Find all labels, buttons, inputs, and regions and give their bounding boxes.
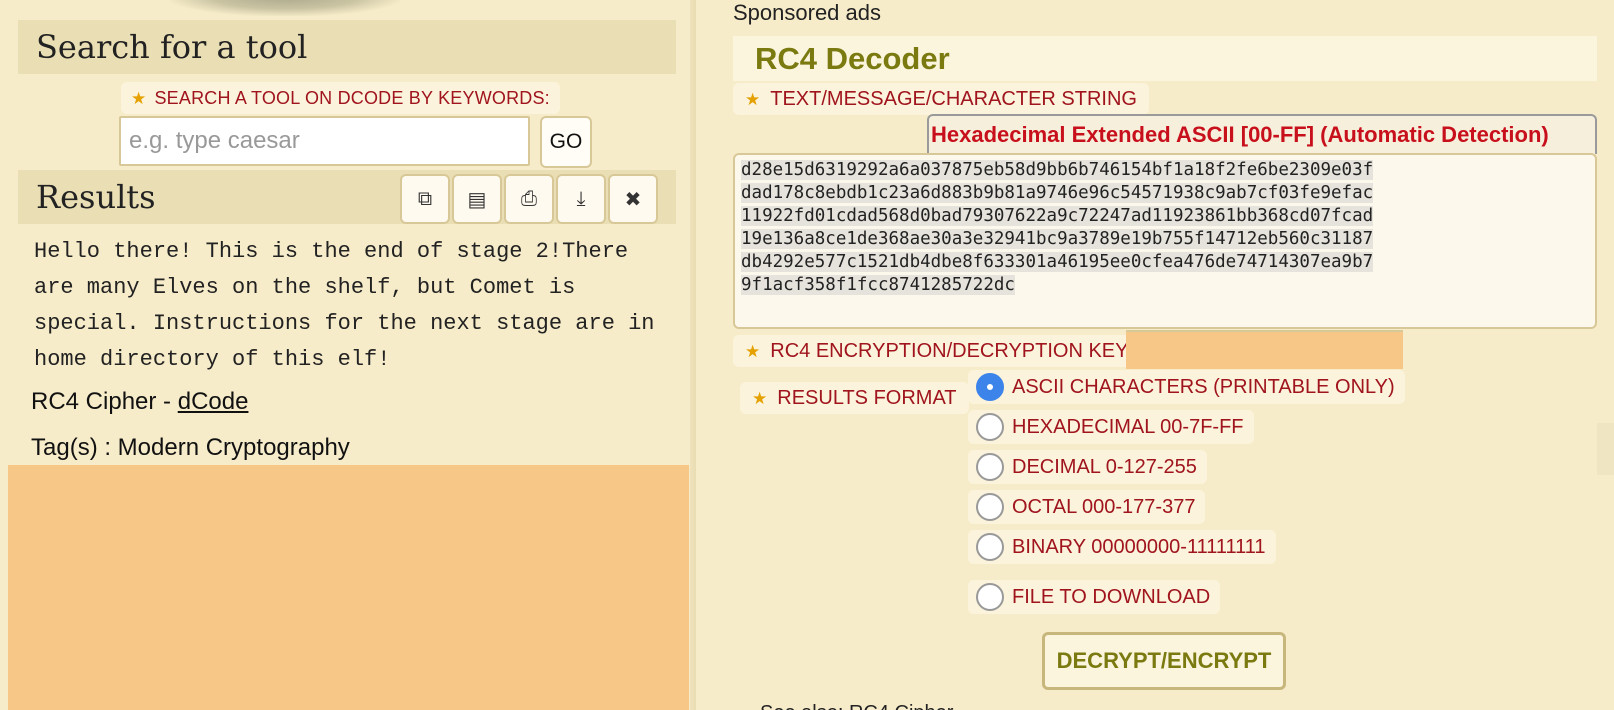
tool-search-input[interactable] bbox=[119, 116, 530, 166]
radio-button[interactable] bbox=[976, 493, 1004, 521]
decrypt-encrypt-button[interactable]: DECRYPT/ENCRYPT bbox=[1042, 632, 1286, 690]
print-button[interactable]: ⎙ bbox=[504, 174, 554, 224]
cipher-credit-prefix: RC4 Cipher - bbox=[31, 388, 178, 415]
save-icon: ▤ bbox=[467, 188, 487, 211]
text-field-label: ★ Text/Message/Character String bbox=[733, 83, 1149, 115]
dcode-link[interactable]: dCode bbox=[178, 388, 249, 415]
ciphertext-textarea[interactable]: d28e15d6319292a6a037875eb58d9bb6b746154b… bbox=[733, 153, 1597, 329]
detection-badge: Hexadecimal Extended ASCII [00-FF] (Auto… bbox=[927, 114, 1597, 154]
star-icon: ★ bbox=[752, 388, 768, 408]
text-field-label-text: Text/Message/Character String bbox=[770, 87, 1137, 110]
key-field-label-text: RC4 Encryption/Decryption Key bbox=[770, 339, 1129, 362]
ciphertext-line: db4292e577c1521db4dbe8f633301a46195ee0cf… bbox=[741, 252, 1374, 272]
format-option-label: Hexadecimal 00-7F-FF bbox=[1012, 415, 1244, 438]
download-icon: ⤓ bbox=[576, 187, 586, 210]
see-also-peek: See also: RC4 Cipher bbox=[760, 702, 953, 710]
format-option-label: Octal 000-177-377 bbox=[1012, 495, 1196, 518]
format-option-file[interactable]: File to download bbox=[968, 580, 1221, 614]
format-option-binary[interactable]: Binary 00000000-11111111 bbox=[968, 530, 1276, 564]
scrollbar-notch[interactable] bbox=[1597, 423, 1614, 475]
radio-button[interactable] bbox=[976, 453, 1004, 481]
format-option-octal[interactable]: Octal 000-177-377 bbox=[968, 490, 1206, 524]
star-icon: ★ bbox=[745, 341, 761, 361]
ciphertext-line: 19e136a8ce1de368ae30a3e32941bc9a3789e19b… bbox=[741, 229, 1374, 249]
print-icon: ⎙ bbox=[521, 187, 537, 210]
keywords-label-text: Search a tool on dCode by keywords: bbox=[154, 87, 550, 108]
close-results-button[interactable]: ✖ bbox=[608, 174, 658, 224]
star-icon: ★ bbox=[131, 88, 147, 108]
format-option-hexadecimal[interactable]: Hexadecimal 00-7F-FF bbox=[968, 410, 1254, 444]
result-output: Hello there! This is the end of stage 2!… bbox=[34, 239, 668, 372]
radio-button[interactable] bbox=[976, 533, 1004, 561]
radio-button[interactable] bbox=[976, 413, 1004, 441]
results-format-label: ★ Results Format bbox=[740, 382, 969, 414]
ciphertext-line: 9f1acf358f1fcc8741285722dc bbox=[741, 275, 1015, 295]
format-option-label: Decimal 0-127-255 bbox=[1012, 455, 1197, 478]
radio-button-selected[interactable] bbox=[976, 373, 1004, 401]
decorative-brush-stroke bbox=[170, 0, 400, 16]
rc4-key-input[interactable] bbox=[1126, 330, 1403, 369]
save-button[interactable]: ▤ bbox=[452, 174, 502, 224]
keywords-label: ★ Search a tool on dCode by keywords: bbox=[121, 82, 560, 114]
download-button[interactable]: ⤓ bbox=[556, 174, 606, 224]
format-option-label: File to download bbox=[1012, 585, 1211, 608]
star-icon: ★ bbox=[745, 89, 761, 109]
search-tool-heading: Search for a tool bbox=[18, 20, 676, 74]
results-format-label-text: Results Format bbox=[777, 386, 957, 409]
tags-line: Tag(s) : Modern Cryptography bbox=[31, 434, 350, 461]
ciphertext-line: dad178c8ebdb1c23a6d883b9b81a9746e96c5457… bbox=[741, 183, 1374, 203]
copy-icon: ⧉ bbox=[417, 187, 433, 210]
format-option-ascii[interactable]: ASCII characters (printable only) bbox=[968, 370, 1405, 404]
key-field-label: ★ RC4 Encryption/Decryption Key bbox=[733, 335, 1141, 367]
cipher-credit: RC4 Cipher - dCode bbox=[31, 388, 248, 416]
radio-button[interactable] bbox=[976, 583, 1004, 611]
format-option-label: ASCII characters (printable only) bbox=[1012, 375, 1395, 398]
close-icon: ✖ bbox=[624, 188, 642, 211]
go-button[interactable]: GO bbox=[540, 116, 592, 168]
sponsored-label: Sponsored ads bbox=[733, 0, 881, 25]
results-toolbar: ⧉ ▤ ⎙ ⤓ ✖ bbox=[400, 174, 658, 224]
ciphertext-line: d28e15d6319292a6a037875eb58d9bb6b746154b… bbox=[741, 160, 1374, 180]
format-option-label: Binary 00000000-11111111 bbox=[1012, 535, 1266, 558]
ad-placeholder bbox=[8, 465, 689, 710]
ciphertext-line: 11922fd01cdad568d0bad79307622a9c72247ad1… bbox=[741, 206, 1374, 226]
tool-title: RC4 Decoder bbox=[733, 36, 1597, 81]
copy-button[interactable]: ⧉ bbox=[400, 174, 450, 224]
format-option-decimal[interactable]: Decimal 0-127-255 bbox=[968, 450, 1207, 484]
